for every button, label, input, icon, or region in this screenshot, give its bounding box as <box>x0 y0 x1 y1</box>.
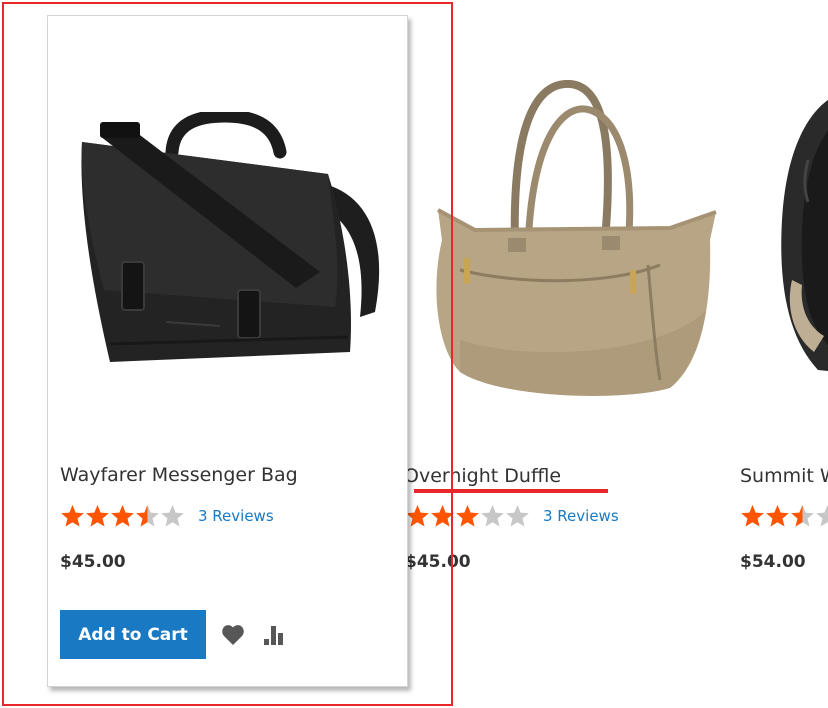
product-price: $45.00 <box>405 552 471 572</box>
star-filled-icon <box>86 505 109 527</box>
product-rating: 3 Reviews <box>405 504 619 528</box>
add-to-cart-button[interactable]: Add to Cart <box>60 610 206 659</box>
star-filled-icon <box>456 505 479 527</box>
annotation-underline <box>414 489 608 493</box>
star-empty-icon <box>816 505 828 527</box>
product-grid: Overnight Duffle 3 Reviews $45.00 Summit… <box>0 0 828 708</box>
star-empty-icon <box>506 505 529 527</box>
star-filled-icon <box>431 505 454 527</box>
product-name[interactable]: Summit W <box>740 464 828 488</box>
star-filled-icon <box>111 505 134 527</box>
reviews-link[interactable]: 3 Reviews <box>198 506 274 526</box>
star-filled-icon <box>61 505 84 527</box>
rating-stars <box>740 504 828 528</box>
product-price: $45.00 <box>60 552 126 572</box>
star-empty-icon <box>481 505 504 527</box>
product-name[interactable]: Overnight Duffle <box>404 464 561 488</box>
compare-bars-icon[interactable] <box>258 620 288 650</box>
product-price: $54.00 <box>740 552 806 572</box>
messenger-bag-image[interactable] <box>70 112 390 372</box>
product-actions: Add to Cart <box>60 610 288 659</box>
star-empty-icon <box>161 505 184 527</box>
heart-icon[interactable] <box>218 620 248 650</box>
rating-stars <box>405 504 530 528</box>
duffle-bag-image[interactable] <box>420 80 730 405</box>
star-half-icon <box>136 505 159 527</box>
rating-stars <box>60 504 185 528</box>
star-half-icon <box>791 505 814 527</box>
reviews-link[interactable]: 3 Reviews <box>543 506 619 526</box>
star-filled-icon <box>741 505 764 527</box>
product-rating <box>740 504 828 528</box>
backpack-image[interactable] <box>778 90 828 380</box>
product-name[interactable]: Wayfarer Messenger Bag <box>60 463 298 487</box>
star-filled-icon <box>406 505 429 527</box>
product-rating: 3 Reviews <box>60 504 274 528</box>
star-filled-icon <box>766 505 789 527</box>
